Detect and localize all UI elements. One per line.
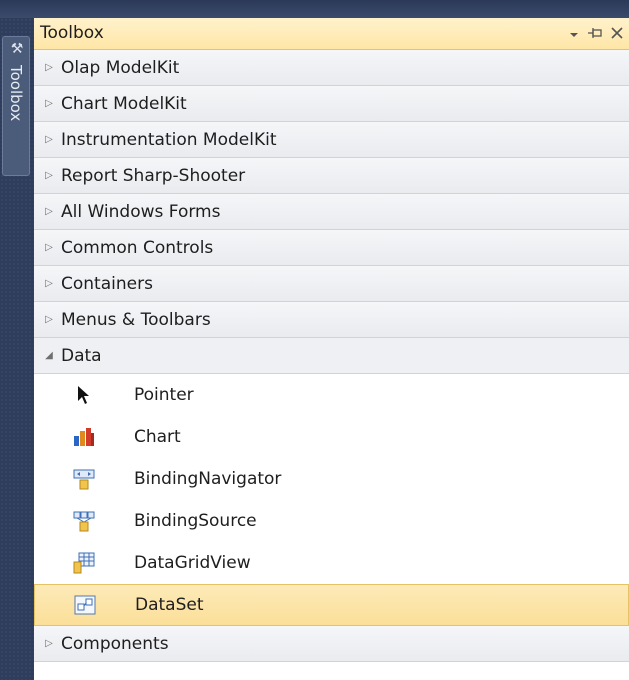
tool-binding-navigator[interactable]: BindingNavigator [34,458,629,500]
category-label: Components [61,633,169,654]
tool-label: DataGridView [134,553,251,573]
category-report-sharp-shooter[interactable]: ▷ Report Sharp-Shooter [34,158,629,194]
category-label: Menus & Toolbars [61,309,211,330]
category-components[interactable]: ▷ Components [34,626,629,662]
category-label: Common Controls [61,237,214,258]
toolbox-item-list: ▷ Olap ModelKit ▷ Chart ModelKit ▷ Instr… [34,50,629,662]
expand-arrow-icon: ▷ [45,242,53,253]
category-label: Chart ModelKit [61,93,187,114]
toolbox-side-tab[interactable]: ⚒ Toolbox [2,36,30,176]
tool-label: Chart [134,427,181,447]
collapse-arrow-icon: ◢ [45,350,53,361]
tool-datagridview[interactable]: DataGridView [34,542,629,584]
category-label: Containers [61,273,153,294]
category-label: Olap ModelKit [61,57,180,78]
binding-source-icon [72,509,96,533]
datagridview-icon [72,551,96,575]
toolbox-wrench-icon: ⚒ [10,41,24,57]
category-all-windows-forms[interactable]: ▷ All Windows Forms [34,194,629,230]
tool-chart[interactable]: Chart [34,416,629,458]
dataset-icon [73,593,97,617]
expand-arrow-icon: ▷ [45,62,53,73]
toolbox-title-bar: Toolbox [34,18,629,50]
category-olap-modelkit[interactable]: ▷ Olap ModelKit [34,50,629,86]
category-label: Report Sharp-Shooter [61,165,246,186]
side-tab-label: Toolbox [7,65,25,122]
title-controls [569,22,623,46]
expand-arrow-icon: ▷ [45,206,53,217]
tool-label: BindingSource [134,511,257,531]
tool-label: Pointer [134,385,194,405]
tool-label: BindingNavigator [134,469,282,489]
expand-arrow-icon: ▷ [45,314,53,325]
chart-icon [72,425,96,449]
chevron-down-icon[interactable] [569,25,579,43]
tool-binding-source[interactable]: BindingSource [34,500,629,542]
toolbox-panel: Toolbox ▷ Olap ModelKit ▷ Chart ModelKit… [34,18,629,680]
autohide-side-bar: ⚒ Toolbox [0,18,34,680]
tool-dataset[interactable]: DataSet [34,584,629,626]
expand-arrow-icon: ▷ [45,170,53,181]
category-instrumentation-modelkit[interactable]: ▷ Instrumentation ModelKit [34,122,629,158]
expand-arrow-icon: ▷ [45,134,53,145]
category-label: Data [61,345,102,366]
category-containers[interactable]: ▷ Containers [34,266,629,302]
category-menus-toolbars[interactable]: ▷ Menus & Toolbars [34,302,629,338]
pointer-icon [72,383,96,407]
binding-navigator-icon [72,467,96,491]
category-common-controls[interactable]: ▷ Common Controls [34,230,629,266]
close-icon[interactable] [611,25,623,43]
top-strip [0,0,629,18]
pin-icon[interactable] [587,25,603,43]
category-label: All Windows Forms [61,201,221,222]
expand-arrow-icon: ▷ [45,98,53,109]
tool-pointer[interactable]: Pointer [34,374,629,416]
expand-arrow-icon: ▷ [45,638,53,649]
category-chart-modelkit[interactable]: ▷ Chart ModelKit [34,86,629,122]
panel-title: Toolbox [40,23,104,43]
expand-arrow-icon: ▷ [45,278,53,289]
tool-label: DataSet [135,595,204,615]
category-data[interactable]: ◢ Data [34,338,629,374]
category-label: Instrumentation ModelKit [61,129,277,150]
